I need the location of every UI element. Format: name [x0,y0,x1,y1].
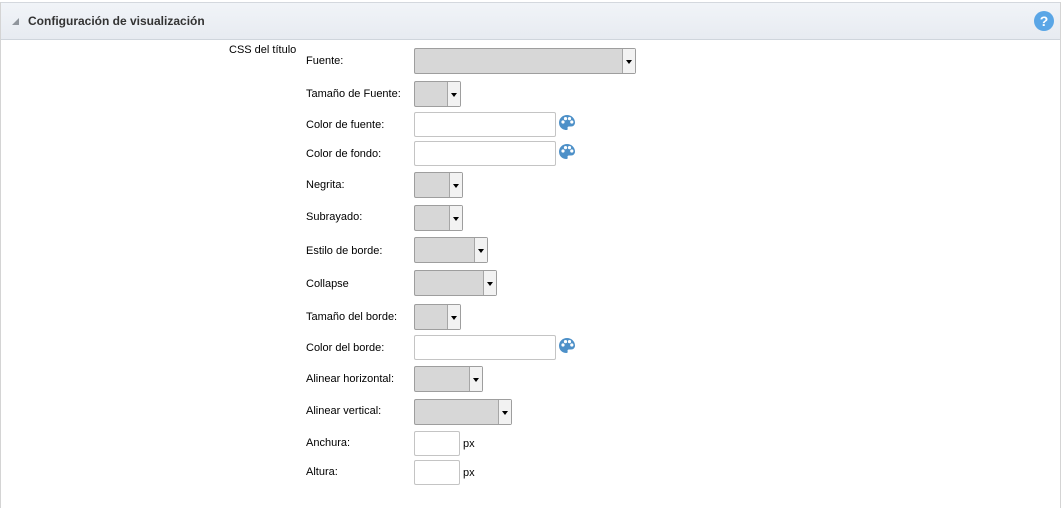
palette-icon[interactable] [558,114,576,132]
collapse-label: Collapse [306,278,349,290]
font-label: Fuente: [306,55,344,67]
chevron-down-icon [447,305,460,329]
border-style-label: Estilo de borde: [306,245,383,257]
border-color-label: Color del borde: [306,342,385,354]
display-settings-panel: Configuración de visualización ? [0,2,1061,508]
width-label: Anchura: [306,437,351,449]
border-color-input[interactable] [414,335,556,360]
palette-icon[interactable] [558,143,576,161]
section-title: Configuración de visualización [28,14,205,28]
collapse-select[interactable] [414,270,497,296]
width-unit: px [463,438,475,450]
collapse-triangle-icon[interactable] [12,18,19,25]
chevron-down-icon [498,400,511,424]
bold-select[interactable] [414,172,463,198]
vertical-align-label: Alinear vertical: [306,405,382,417]
underline-label: Subrayado: [306,211,363,223]
section-header[interactable]: Configuración de visualización ? [1,2,1060,40]
background-color-input[interactable] [414,141,556,166]
help-icon[interactable]: ? [1034,11,1054,31]
border-size-label: Tamaño del borde: [306,311,398,323]
vertical-align-select[interactable] [414,399,512,425]
chevron-down-icon [483,271,496,295]
border-size-select[interactable] [414,304,461,330]
title-css-label: CSS del título [229,44,297,56]
chevron-down-icon [449,206,462,230]
palette-icon[interactable] [558,337,576,355]
border-style-select[interactable] [414,237,488,263]
chevron-down-icon [469,367,482,391]
chevron-down-icon [447,82,460,106]
width-input[interactable] [414,431,460,456]
font-select[interactable] [414,48,636,74]
background-color-label: Color de fondo: [306,148,382,160]
bold-label: Negrita: [306,179,345,191]
font-color-input[interactable] [414,112,556,137]
underline-select[interactable] [414,205,463,231]
font-size-select[interactable] [414,81,461,107]
font-size-label: Tamaño de Fuente: [306,88,401,100]
font-color-label: Color de fuente: [306,119,385,131]
height-label: Altura: [306,466,338,478]
chevron-down-icon [622,49,635,73]
height-input[interactable] [414,460,460,485]
horizontal-align-label: Alinear horizontal: [306,373,395,385]
horizontal-align-select[interactable] [414,366,483,392]
chevron-down-icon [449,173,462,197]
chevron-down-icon [474,238,487,262]
height-unit: px [463,467,475,479]
